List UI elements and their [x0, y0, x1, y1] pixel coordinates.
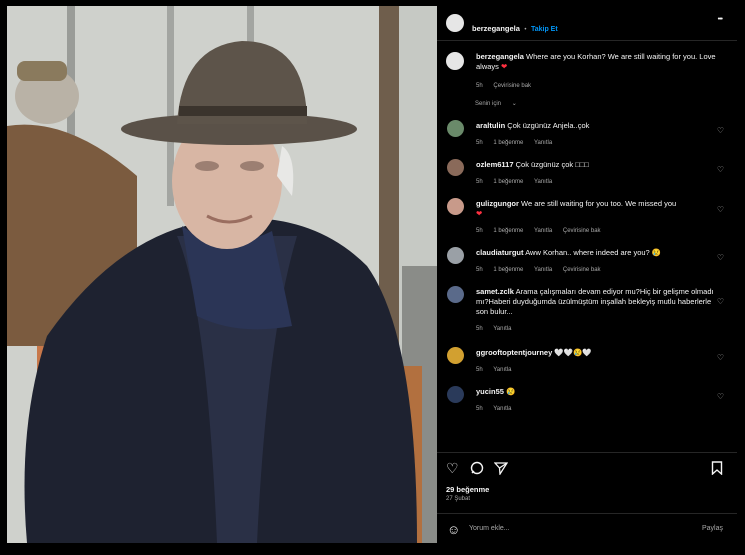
post-header: berzegangela • Takip Et ••• — [437, 6, 737, 41]
comment-author[interactable]: ozlem6117 — [476, 160, 514, 169]
more-options-icon[interactable]: ••• — [718, 16, 723, 23]
comment-author[interactable]: ggrooftoptentjourney — [476, 348, 552, 357]
comment-input[interactable]: Yorum ekle... — [469, 525, 510, 532]
comment-author[interactable]: yucin55 — [476, 387, 504, 396]
comment-text: We are still waiting for you too. We mis… — [521, 199, 677, 208]
reply-link[interactable]: Yanıtla — [534, 179, 552, 185]
action-bar: ♡ — [437, 452, 737, 479]
comment-author[interactable]: claudiaturgut — [476, 248, 524, 257]
avatar[interactable] — [447, 386, 464, 403]
comment-likes[interactable]: 1 beğenme — [493, 140, 523, 146]
heart-icon[interactable]: ♡ — [717, 353, 724, 362]
avatar[interactable] — [447, 286, 464, 303]
separator-dot: • — [524, 27, 527, 33]
comment-likes[interactable]: 1 beğenme — [493, 267, 523, 273]
post-image — [7, 6, 437, 543]
comment-time: 5h — [476, 326, 483, 332]
comment-author[interactable]: gulizgungor — [476, 199, 519, 208]
avatar[interactable] — [447, 198, 464, 215]
add-comment-bar: ☺ Yorum ekle... Paylaş — [437, 513, 737, 544]
caption-author[interactable]: berzegangela — [476, 52, 524, 61]
comment-likes[interactable]: 1 beğenme — [493, 179, 523, 185]
avatar[interactable] — [447, 120, 464, 137]
heart-icon[interactable]: ♡ — [717, 126, 724, 135]
avatar[interactable] — [446, 52, 464, 70]
comment-time: 5h — [476, 140, 483, 146]
reply-link[interactable]: Yanıtla — [493, 326, 511, 332]
follow-button[interactable]: Takip Et — [531, 26, 558, 33]
reply-link[interactable]: Yanıtla — [493, 367, 511, 373]
comment-bubble-icon[interactable] — [470, 461, 484, 477]
heart-emoji: ❤ — [476, 209, 483, 218]
comment-text: Aww Korhan.. where indeed are you? 😢 — [525, 248, 662, 257]
reply-link[interactable]: Yanıtla — [493, 406, 511, 412]
reply-link[interactable]: Yanıtla — [534, 228, 552, 234]
post-comment-button[interactable]: Paylaş — [702, 525, 723, 532]
caption-time: 5h — [476, 83, 483, 89]
comment-text: 🤍🤍😢🤍 — [554, 348, 592, 357]
avatar[interactable] — [447, 347, 464, 364]
reply-link[interactable]: Yanıtla — [534, 267, 552, 273]
bookmark-icon[interactable] — [711, 461, 723, 477]
comment-time: 5h — [476, 267, 483, 273]
comment-text: Çok üzgünüz çok □□□ — [515, 160, 589, 169]
post-date: 27 Şubat — [446, 496, 471, 502]
heart-icon[interactable]: ♡ — [717, 297, 724, 306]
reply-link[interactable]: Yanıtla — [534, 140, 552, 146]
comment-time: 5h — [476, 179, 483, 185]
comment-author[interactable]: samet.zclk — [476, 287, 514, 296]
like-count[interactable]: 29 beğenme — [446, 485, 489, 494]
avatar[interactable] — [447, 247, 464, 264]
chevron-down-icon: ⌄ — [511, 101, 517, 107]
heart-icon[interactable]: ♡ — [717, 392, 724, 401]
emoji-icon[interactable]: ☺ — [447, 522, 460, 537]
post-side-panel: berzegangela • Takip Et ••• berzegangela… — [437, 6, 737, 543]
comment-time: 5h — [476, 367, 483, 373]
heart-icon[interactable]: ♡ — [717, 205, 724, 214]
sort-dropdown[interactable]: Senin için ⌄ — [475, 100, 526, 107]
translate-link[interactable]: Çevirisine bak — [563, 228, 601, 234]
heart-icon[interactable]: ♡ — [717, 253, 724, 262]
comment-time: 5h — [476, 406, 483, 412]
heart-icon[interactable]: ♡ — [717, 165, 724, 174]
send-icon[interactable] — [493, 461, 509, 477]
heart-emoji: ❤ — [501, 62, 508, 71]
comment-text: 😢 — [506, 387, 516, 396]
sort-label: Senin için — [475, 101, 502, 107]
comment-time: 5h — [476, 228, 483, 234]
avatar[interactable] — [446, 14, 464, 32]
comment-author[interactable]: araltulin — [476, 121, 505, 130]
translate-link[interactable]: Çevirisine bak — [563, 267, 601, 273]
comment-likes[interactable]: 1 beğenme — [493, 228, 523, 234]
post-author[interactable]: berzegangela — [472, 24, 520, 33]
avatar[interactable] — [447, 159, 464, 176]
comment-text: Çok üzgünüz Anjela..çok — [507, 121, 590, 130]
post-photo[interactable] — [7, 6, 437, 543]
heart-outline-icon[interactable]: ♡ — [446, 461, 459, 475]
translate-link[interactable]: Çevirisine bak — [493, 83, 531, 89]
